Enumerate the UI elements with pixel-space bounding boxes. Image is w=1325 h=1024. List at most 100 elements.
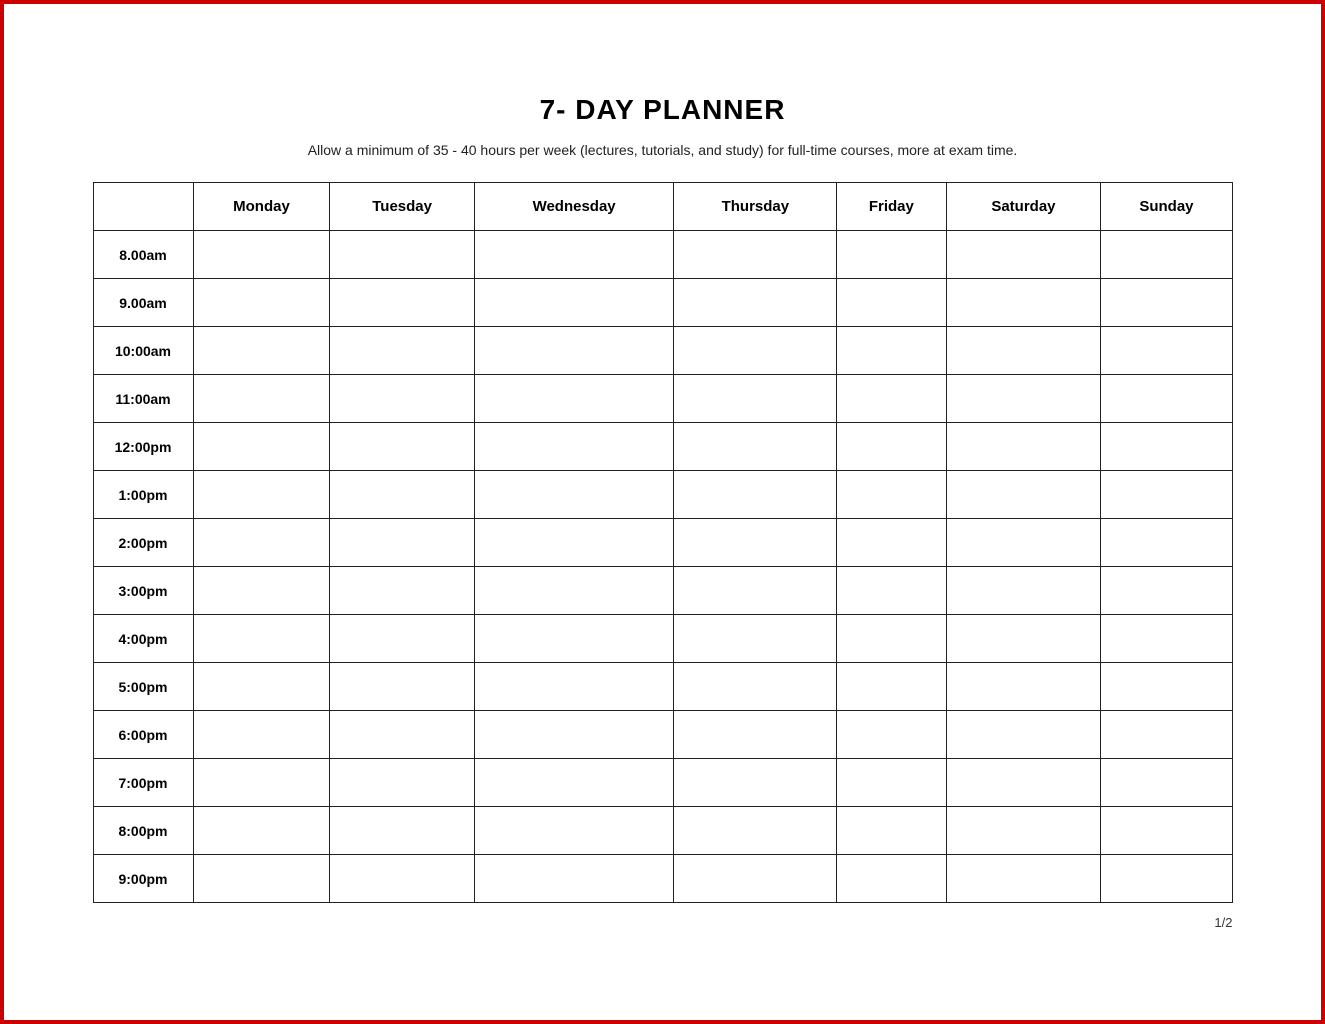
schedule-cell[interactable] [946, 375, 1101, 423]
schedule-cell[interactable] [674, 327, 837, 375]
schedule-cell[interactable] [474, 567, 674, 615]
schedule-cell[interactable] [837, 327, 946, 375]
schedule-cell[interactable] [474, 279, 674, 327]
schedule-cell[interactable] [1101, 327, 1232, 375]
schedule-cell[interactable] [1101, 567, 1232, 615]
schedule-cell[interactable] [1101, 855, 1232, 903]
schedule-cell[interactable] [193, 567, 330, 615]
schedule-cell[interactable] [1101, 759, 1232, 807]
schedule-cell[interactable] [193, 519, 330, 567]
schedule-cell[interactable] [837, 711, 946, 759]
schedule-cell[interactable] [946, 567, 1101, 615]
schedule-cell[interactable] [946, 471, 1101, 519]
schedule-cell[interactable] [1101, 231, 1232, 279]
schedule-cell[interactable] [1101, 807, 1232, 855]
schedule-cell[interactable] [474, 807, 674, 855]
schedule-cell[interactable] [837, 807, 946, 855]
schedule-cell[interactable] [193, 615, 330, 663]
schedule-cell[interactable] [474, 375, 674, 423]
schedule-cell[interactable] [330, 471, 474, 519]
time-cell: 9:00pm [93, 855, 193, 903]
schedule-cell[interactable] [474, 471, 674, 519]
schedule-cell[interactable] [1101, 423, 1232, 471]
schedule-cell[interactable] [193, 759, 330, 807]
schedule-cell[interactable] [837, 855, 946, 903]
schedule-cell[interactable] [330, 567, 474, 615]
schedule-cell[interactable] [946, 279, 1101, 327]
schedule-cell[interactable] [946, 615, 1101, 663]
schedule-cell[interactable] [330, 759, 474, 807]
schedule-cell[interactable] [474, 327, 674, 375]
schedule-cell[interactable] [330, 807, 474, 855]
schedule-cell[interactable] [674, 711, 837, 759]
schedule-cell[interactable] [193, 471, 330, 519]
schedule-cell[interactable] [1101, 615, 1232, 663]
schedule-cell[interactable] [330, 855, 474, 903]
schedule-cell[interactable] [674, 663, 837, 711]
schedule-cell[interactable] [193, 423, 330, 471]
schedule-cell[interactable] [837, 519, 946, 567]
schedule-cell[interactable] [946, 231, 1101, 279]
schedule-cell[interactable] [474, 231, 674, 279]
schedule-cell[interactable] [330, 327, 474, 375]
schedule-cell[interactable] [193, 711, 330, 759]
schedule-cell[interactable] [837, 759, 946, 807]
schedule-cell[interactable] [674, 471, 837, 519]
schedule-cell[interactable] [330, 423, 474, 471]
schedule-cell[interactable] [1101, 663, 1232, 711]
schedule-cell[interactable] [474, 855, 674, 903]
schedule-cell[interactable] [330, 279, 474, 327]
schedule-cell[interactable] [330, 663, 474, 711]
schedule-cell[interactable] [474, 423, 674, 471]
schedule-cell[interactable] [837, 231, 946, 279]
schedule-cell[interactable] [946, 663, 1101, 711]
schedule-cell[interactable] [837, 423, 946, 471]
schedule-cell[interactable] [330, 615, 474, 663]
schedule-cell[interactable] [674, 759, 837, 807]
schedule-cell[interactable] [674, 279, 837, 327]
schedule-cell[interactable] [193, 807, 330, 855]
schedule-cell[interactable] [1101, 519, 1232, 567]
schedule-cell[interactable] [330, 711, 474, 759]
schedule-cell[interactable] [674, 231, 837, 279]
schedule-cell[interactable] [1101, 711, 1232, 759]
schedule-cell[interactable] [474, 663, 674, 711]
schedule-cell[interactable] [946, 423, 1101, 471]
schedule-cell[interactable] [193, 327, 330, 375]
schedule-cell[interactable] [837, 471, 946, 519]
schedule-cell[interactable] [837, 279, 946, 327]
schedule-cell[interactable] [946, 807, 1101, 855]
time-cell: 6:00pm [93, 711, 193, 759]
schedule-cell[interactable] [1101, 375, 1232, 423]
schedule-cell[interactable] [330, 519, 474, 567]
schedule-cell[interactable] [193, 663, 330, 711]
schedule-cell[interactable] [946, 759, 1101, 807]
schedule-cell[interactable] [674, 807, 837, 855]
schedule-cell[interactable] [674, 567, 837, 615]
schedule-cell[interactable] [837, 663, 946, 711]
schedule-cell[interactable] [1101, 471, 1232, 519]
schedule-cell[interactable] [946, 327, 1101, 375]
schedule-cell[interactable] [474, 759, 674, 807]
schedule-cell[interactable] [193, 855, 330, 903]
schedule-cell[interactable] [330, 231, 474, 279]
schedule-cell[interactable] [193, 375, 330, 423]
schedule-cell[interactable] [837, 567, 946, 615]
schedule-cell[interactable] [837, 375, 946, 423]
schedule-cell[interactable] [193, 279, 330, 327]
schedule-cell[interactable] [837, 615, 946, 663]
schedule-cell[interactable] [474, 711, 674, 759]
schedule-cell[interactable] [674, 855, 837, 903]
schedule-cell[interactable] [674, 519, 837, 567]
schedule-cell[interactable] [193, 231, 330, 279]
schedule-cell[interactable] [674, 423, 837, 471]
schedule-cell[interactable] [946, 855, 1101, 903]
schedule-cell[interactable] [474, 519, 674, 567]
schedule-cell[interactable] [674, 615, 837, 663]
schedule-cell[interactable] [1101, 279, 1232, 327]
schedule-cell[interactable] [474, 615, 674, 663]
schedule-cell[interactable] [674, 375, 837, 423]
schedule-cell[interactable] [330, 375, 474, 423]
schedule-cell[interactable] [946, 519, 1101, 567]
schedule-cell[interactable] [946, 711, 1101, 759]
